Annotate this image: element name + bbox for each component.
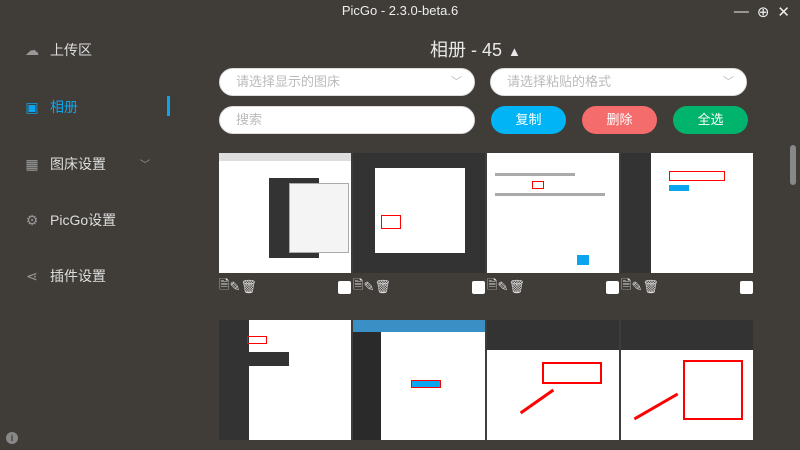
select-checkbox[interactable] xyxy=(472,281,485,294)
thumbnail-detail xyxy=(353,320,485,332)
gallery-card[interactable] xyxy=(487,320,619,440)
thumbnail-image[interactable] xyxy=(353,153,485,273)
thumbnail-image[interactable] xyxy=(621,153,753,273)
edit-icon[interactable]: ✎ xyxy=(497,279,508,295)
gallery-card[interactable] xyxy=(353,320,485,440)
gallery-card[interactable]: 🗎 ✎ 🗑 xyxy=(353,153,485,301)
trash-icon[interactable]: 🗑 xyxy=(240,279,257,295)
edit-icon[interactable]: ✎ xyxy=(363,279,374,295)
sidebar-item-picgo-settings[interactable]: ⚙ PicGo设置 xyxy=(24,210,174,230)
thumbnail-image[interactable] xyxy=(353,320,485,440)
sidebar-item-upload[interactable]: ☁ 上传区 xyxy=(24,40,174,60)
thumbnail-image[interactable] xyxy=(487,320,619,440)
sidebar-item-label: 上传区 xyxy=(50,42,92,58)
thumbnail-detail xyxy=(411,380,441,388)
thumbnail-detail xyxy=(353,332,381,440)
thumbnail-detail xyxy=(519,388,555,415)
thumbnail-detail xyxy=(289,183,349,253)
thumbnail-detail xyxy=(633,392,679,421)
thumbnail-detail xyxy=(669,185,689,191)
gallery-card[interactable]: 🗎 ✎ 🗑 xyxy=(621,153,753,301)
thumbnail-detail xyxy=(375,168,465,253)
page-title: 相册 - 45 ▲ xyxy=(430,36,521,62)
thumbnail-image[interactable] xyxy=(621,320,753,440)
thumbnail-image[interactable] xyxy=(219,320,351,440)
gallery-card[interactable] xyxy=(219,320,351,440)
thumbnail-detail xyxy=(247,336,267,344)
bed-select[interactable]: 请选择显示的图床 ﹀ xyxy=(219,68,475,96)
chevron-down-icon: ﹀ xyxy=(723,76,734,88)
gear-icon: ⚙ xyxy=(25,212,39,228)
document-icon[interactable]: 🗎 xyxy=(353,276,363,298)
cloud-upload-icon: ☁ xyxy=(25,42,39,58)
search-input[interactable]: 搜索 xyxy=(219,106,475,134)
thumbnail-detail xyxy=(495,173,575,176)
document-icon[interactable]: 🗎 xyxy=(621,276,631,298)
edit-icon[interactable]: ✎ xyxy=(631,279,642,295)
gallery-card[interactable] xyxy=(621,320,753,440)
document-icon[interactable]: 🗎 xyxy=(487,276,497,298)
sidebar-item-label: PicGo设置 xyxy=(50,212,117,228)
minimize-button[interactable]: — xyxy=(734,3,749,21)
thumbnail-image[interactable] xyxy=(487,153,619,273)
thumbnail-detail xyxy=(495,193,605,196)
image-icon: ▣ xyxy=(25,99,39,115)
placeholder: 请选择显示的图床 xyxy=(236,74,341,89)
thumbnail-detail xyxy=(542,362,602,384)
thumbnail-detail xyxy=(669,171,725,181)
sidebar-item-gallery[interactable]: ▣ 相册 xyxy=(24,97,174,117)
select-checkbox[interactable] xyxy=(740,281,753,294)
chevron-down-icon: ﹀ xyxy=(451,76,462,88)
sidebar-item-label: 相册 xyxy=(50,99,78,115)
placeholder: 请选择粘贴的格式 xyxy=(507,74,612,89)
select-checkbox[interactable] xyxy=(338,281,351,294)
active-indicator xyxy=(167,96,170,116)
trash-icon[interactable]: 🗑 xyxy=(642,279,659,295)
maximize-button[interactable]: ⊕ xyxy=(757,3,770,21)
thumbnail-detail xyxy=(683,360,743,420)
scrollbar[interactable] xyxy=(790,145,796,185)
thumbnail-detail xyxy=(621,320,753,350)
thumbnail-detail xyxy=(487,320,619,350)
sidebar-item-label: 插件设置 xyxy=(50,268,106,284)
edit-icon[interactable]: ✎ xyxy=(229,279,240,295)
thumbnail-detail xyxy=(381,215,401,229)
gallery-card[interactable]: 🗎 ✎ 🗑 xyxy=(219,153,351,301)
thumbnail-detail xyxy=(621,153,651,273)
window-title: PicGo - 2.3.0-beta.6 xyxy=(341,3,459,18)
document-icon[interactable]: 🗎 xyxy=(219,276,229,298)
thumbnail-detail xyxy=(577,255,589,265)
sidebar-item-label: 图床设置 xyxy=(50,156,106,172)
sidebar-item-plugins[interactable]: ⋖ 插件设置 xyxy=(24,266,174,286)
title-text: 相册 - 45 xyxy=(430,40,503,60)
chevron-down-icon[interactable]: ﹀ xyxy=(140,156,150,171)
thumbnail-detail xyxy=(219,153,351,161)
format-select[interactable]: 请选择粘贴的格式 ﹀ xyxy=(490,68,747,96)
thumbnail-detail xyxy=(219,320,249,440)
select-all-button[interactable]: 全选 xyxy=(673,106,748,134)
thumbnail-detail xyxy=(532,181,544,189)
select-checkbox[interactable] xyxy=(606,281,619,294)
thumbnail-image[interactable] xyxy=(219,153,351,273)
info-icon[interactable]: i xyxy=(6,432,18,444)
trash-icon[interactable]: 🗑 xyxy=(508,279,525,295)
copy-button[interactable]: 复制 xyxy=(491,106,566,134)
delete-button[interactable]: 删除 xyxy=(582,106,657,134)
sidebar-item-bed-settings[interactable]: ▦ 图床设置 xyxy=(24,154,174,174)
close-button[interactable]: ✕ xyxy=(777,3,790,21)
thumbnail-detail xyxy=(249,352,289,366)
sort-toggle-icon[interactable]: ▲ xyxy=(508,44,521,59)
grid-icon: ▦ xyxy=(25,156,39,172)
placeholder: 搜索 xyxy=(236,112,263,127)
share-icon: ⋖ xyxy=(26,268,38,284)
trash-icon[interactable]: 🗑 xyxy=(374,279,391,295)
gallery-card[interactable]: 🗎 ✎ 🗑 xyxy=(487,153,619,301)
